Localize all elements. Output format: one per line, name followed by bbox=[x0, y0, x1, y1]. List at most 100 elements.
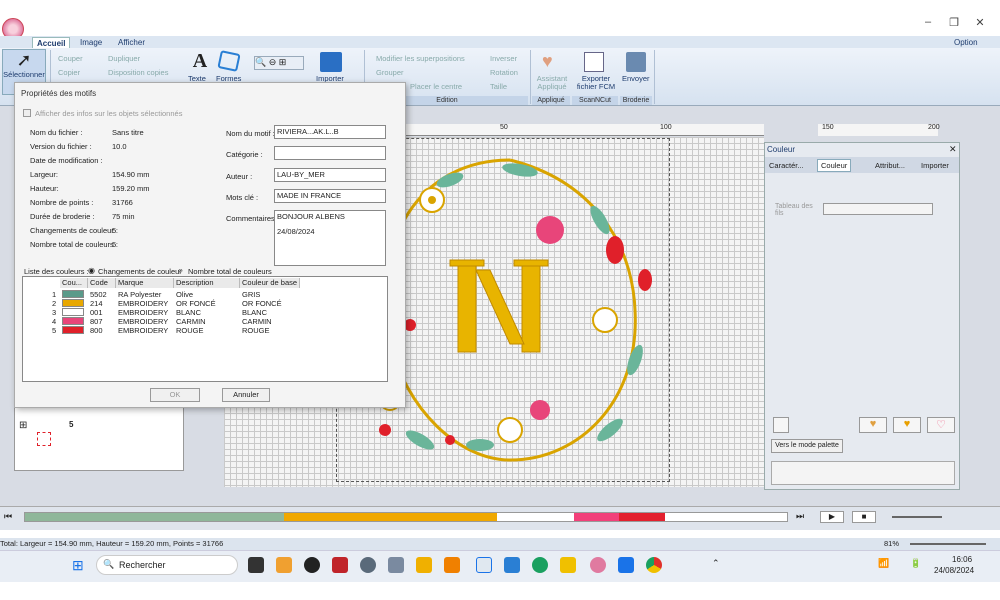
panel-close-icon[interactable]: ✕ bbox=[949, 144, 957, 155]
palette-mode-button[interactable]: Vers le mode palette bbox=[771, 439, 843, 453]
info-label: Nombre total de couleurs : bbox=[30, 240, 118, 249]
copy-button[interactable]: Copier bbox=[58, 68, 80, 77]
tab-color[interactable]: Couleur bbox=[817, 159, 852, 172]
ok-button[interactable]: OK bbox=[150, 388, 200, 402]
shapes-icon[interactable] bbox=[217, 50, 241, 72]
settings-icon[interactable] bbox=[360, 557, 376, 573]
heart-orange-icon[interactable]: ♥ bbox=[893, 417, 921, 433]
table-row[interactable]: 2 214 EMBROIDERY OR FONCÉ OR FONCÉ bbox=[40, 299, 380, 308]
heart-pink-icon[interactable]: ♡ bbox=[927, 417, 955, 433]
tab-accueil[interactable]: Accueil bbox=[32, 37, 71, 48]
ruler-label: 100 bbox=[660, 124, 672, 131]
windows-start-icon[interactable]: ⊞ bbox=[72, 557, 84, 574]
duplicate-button[interactable]: Dupliquer bbox=[108, 54, 140, 63]
taskbar-search[interactable]: 🔍 Rechercher bbox=[96, 555, 238, 575]
red-tulip bbox=[606, 236, 624, 264]
group-button[interactable]: Grouper bbox=[376, 68, 404, 77]
thread-spool-icon[interactable] bbox=[773, 417, 789, 433]
color-segment bbox=[25, 513, 285, 521]
table-header[interactable]: Description bbox=[174, 278, 240, 288]
category-field[interactable] bbox=[274, 146, 386, 160]
app-icon[interactable] bbox=[444, 557, 460, 573]
tab-afficher[interactable]: Afficher bbox=[114, 37, 149, 48]
clock-time[interactable]: 16:06 bbox=[952, 555, 972, 564]
play-icon[interactable]: ▶ bbox=[820, 511, 844, 523]
keywords-field[interactable]: MADE IN FRANCE bbox=[274, 189, 386, 203]
table-header[interactable]: Couleur de base bbox=[240, 278, 300, 288]
send-button[interactable]: Envoyer bbox=[622, 75, 650, 83]
rotation-button[interactable]: Rotation bbox=[490, 68, 518, 77]
speed-slider[interactable] bbox=[892, 516, 942, 518]
tab-attributes[interactable]: Attribut... bbox=[875, 161, 905, 170]
forward-icon[interactable]: ⏭ bbox=[796, 511, 804, 522]
app-icon[interactable] bbox=[532, 557, 548, 573]
color-sequence-bar[interactable] bbox=[24, 512, 788, 522]
radio-total-label: Nombre total de couleurs bbox=[188, 267, 272, 276]
radio-total-icon[interactable]: ○ bbox=[178, 266, 183, 275]
invert-button[interactable]: Inverser bbox=[490, 54, 517, 63]
app-icon[interactable] bbox=[416, 557, 432, 573]
folder-icon[interactable] bbox=[560, 557, 576, 573]
flower-center bbox=[428, 196, 436, 204]
object-thumbnail[interactable] bbox=[37, 432, 51, 446]
app-icon[interactable] bbox=[590, 557, 606, 573]
multi-copy-button[interactable]: Disposition copies bbox=[108, 68, 168, 77]
row-cell-code: 214 bbox=[90, 299, 103, 308]
table-row[interactable]: 4 807 EMBROIDERY CARMIN CARMIN bbox=[40, 317, 380, 326]
center-button[interactable]: Placer le centre bbox=[410, 82, 462, 91]
table-row[interactable]: 5 800 EMBROIDERY ROUGE ROUGE bbox=[40, 326, 380, 335]
wifi-icon[interactable]: 📶 bbox=[878, 558, 889, 569]
monogram-serif bbox=[449, 259, 485, 267]
battery-icon[interactable]: 🔋 bbox=[910, 558, 921, 569]
cut-button[interactable]: Couper bbox=[58, 54, 83, 63]
size-button[interactable]: Taille bbox=[490, 82, 507, 91]
restore-icon[interactable]: ❐ bbox=[944, 16, 964, 32]
comments-field[interactable]: BONJOUR ALBENS 24/08/2024 bbox=[274, 210, 386, 266]
motif-name-field[interactable]: RIVIERA...AK.L..B bbox=[274, 125, 386, 139]
rewind-icon[interactable]: ⏮ bbox=[4, 511, 12, 522]
applique-assistant-button[interactable]: Assistant Appliqué bbox=[534, 75, 570, 91]
embroidery-app-icon[interactable] bbox=[476, 557, 492, 573]
app-icon[interactable] bbox=[332, 557, 348, 573]
object-count: 5 bbox=[69, 420, 74, 429]
tab-import[interactable]: Importer bbox=[921, 161, 949, 170]
export-fcm-button[interactable]: Exporter fichier FCM bbox=[574, 75, 618, 91]
table-row[interactable]: 1 5502 RA Polyester Olive GRIS bbox=[40, 290, 380, 299]
expand-icon[interactable]: ⊞ bbox=[19, 420, 27, 431]
chrome-icon[interactable] bbox=[646, 557, 662, 573]
palette-select[interactable] bbox=[823, 203, 933, 215]
tray-chevron-icon[interactable]: ⌃ bbox=[712, 558, 720, 569]
clock-date[interactable]: 24/08/2024 bbox=[934, 566, 974, 575]
modify-overlaps-button[interactable]: Modifier les superpositions bbox=[376, 54, 465, 63]
table-header[interactable]: Cou... bbox=[60, 278, 88, 288]
heart-gold-icon[interactable]: ♥ bbox=[859, 417, 887, 433]
zoom-tools[interactable]: 🔍 ⊖ ⊞ bbox=[254, 56, 304, 70]
minimize-icon[interactable]: – bbox=[918, 16, 938, 32]
app-icon[interactable] bbox=[304, 557, 320, 573]
table-header[interactable]: Marque bbox=[116, 278, 174, 288]
color-segment bbox=[573, 513, 620, 521]
stop-icon[interactable]: ■ bbox=[852, 511, 876, 523]
applique-heart-icon[interactable]: ♥ bbox=[542, 52, 562, 70]
task-view-icon[interactable] bbox=[248, 557, 264, 573]
close-icon[interactable]: ✕ bbox=[970, 16, 990, 32]
cancel-button[interactable]: Annuler bbox=[222, 388, 270, 402]
table-header[interactable]: Code bbox=[88, 278, 116, 288]
import-icon[interactable] bbox=[320, 52, 342, 72]
tab-image[interactable]: Image bbox=[76, 37, 106, 48]
text-icon[interactable]: A bbox=[190, 50, 210, 73]
table-row[interactable]: 3 001 EMBROIDERY BLANC BLANC bbox=[40, 308, 380, 317]
author-field[interactable]: LAU-BY_MER bbox=[274, 168, 386, 182]
radio-changes-icon[interactable]: ◉ bbox=[88, 266, 95, 275]
send-icon[interactable] bbox=[626, 52, 646, 72]
app-icon[interactable] bbox=[504, 557, 520, 573]
zoom-slider[interactable] bbox=[910, 543, 986, 545]
app-icon[interactable] bbox=[276, 557, 292, 573]
info-label: Hauteur: bbox=[30, 184, 59, 193]
tab-characters[interactable]: Caractér... bbox=[769, 161, 804, 170]
option-menu[interactable]: Option bbox=[950, 37, 982, 48]
app-icon[interactable] bbox=[618, 557, 634, 573]
export-fcm-icon[interactable] bbox=[584, 52, 604, 72]
show-info-checkbox[interactable] bbox=[23, 109, 31, 117]
calculator-icon[interactable] bbox=[388, 557, 404, 573]
